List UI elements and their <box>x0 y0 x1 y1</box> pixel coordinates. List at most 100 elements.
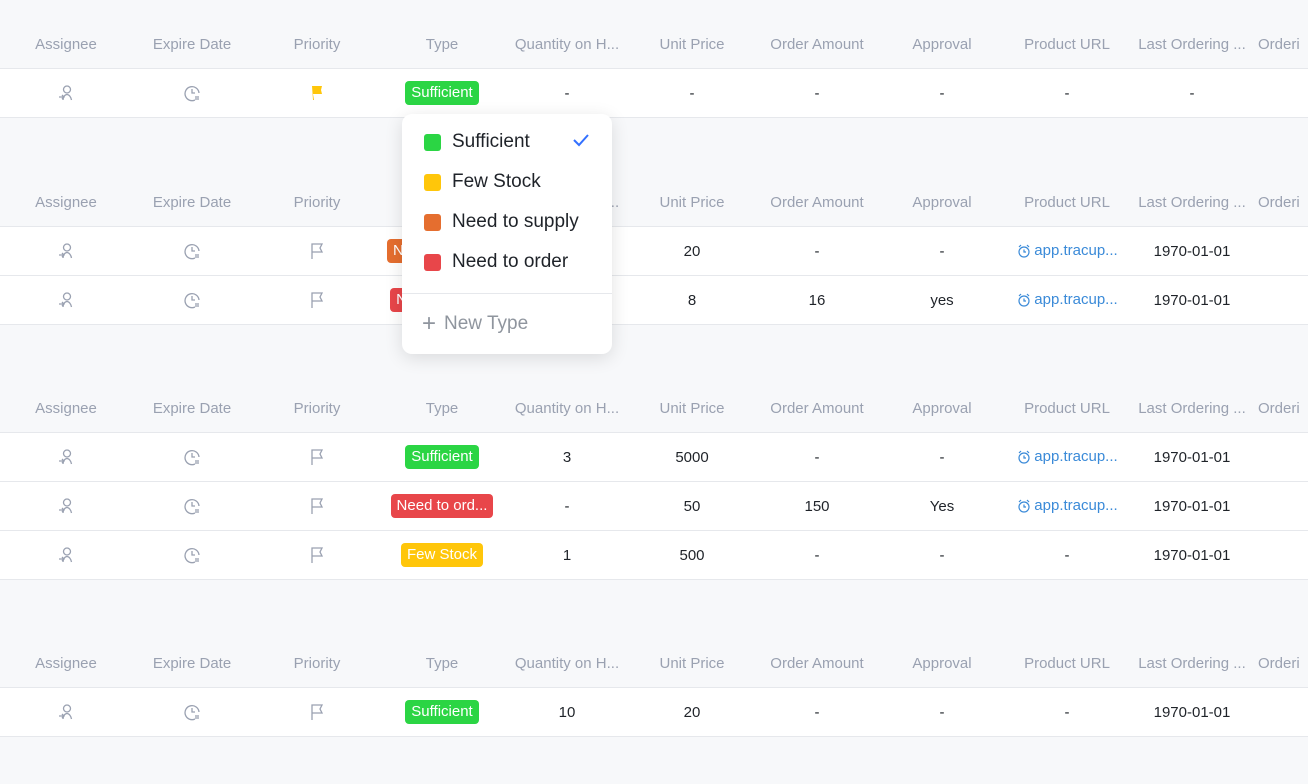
flag-icon[interactable] <box>307 447 327 467</box>
flag-icon[interactable] <box>307 83 327 103</box>
column-header[interactable]: Approval <box>882 400 1002 417</box>
column-header[interactable]: Type <box>382 655 502 672</box>
last-ordering-cell[interactable]: 1970-01-01 <box>1132 449 1252 466</box>
priority-cell[interactable] <box>252 241 382 261</box>
product-url-link[interactable]: app.tracup... <box>1016 291 1118 308</box>
product-url-text[interactable]: app.tracup... <box>1034 291 1117 308</box>
column-header[interactable]: Type <box>382 36 502 53</box>
type-tag[interactable]: Sufficient <box>405 81 479 105</box>
order-amount-cell[interactable]: 150 <box>752 498 882 515</box>
assignee-cell[interactable] <box>0 545 132 565</box>
type-cell[interactable]: Sufficient <box>382 81 502 105</box>
expire-date-cell[interactable] <box>132 290 252 310</box>
add-assignee-icon[interactable] <box>56 290 76 310</box>
add-assignee-icon[interactable] <box>56 83 76 103</box>
column-header[interactable]: Unit Price <box>632 194 752 211</box>
last-ordering-cell[interactable]: 1970-01-01 <box>1132 498 1252 515</box>
flag-icon[interactable] <box>307 545 327 565</box>
approval-cell[interactable]: - <box>882 85 1002 102</box>
clock-icon[interactable] <box>182 545 202 565</box>
column-header[interactable]: Assignee <box>0 36 132 53</box>
column-header[interactable]: Order Amount <box>752 400 882 417</box>
column-header[interactable]: Quantity on H... <box>502 655 632 672</box>
expire-date-cell[interactable] <box>132 496 252 516</box>
type-option-need-to-supply[interactable]: Need to supply <box>402 202 612 242</box>
product-url-link[interactable]: app.tracup... <box>1016 242 1118 259</box>
priority-cell[interactable] <box>252 290 382 310</box>
assignee-cell[interactable] <box>0 241 132 261</box>
column-header[interactable]: Quantity on H... <box>502 400 632 417</box>
column-header[interactable]: Approval <box>882 194 1002 211</box>
last-ordering-cell[interactable]: 1970-01-01 <box>1132 704 1252 721</box>
column-header[interactable]: Product URL <box>1002 194 1132 211</box>
assignee-cell[interactable] <box>0 496 132 516</box>
clock-icon[interactable] <box>182 83 202 103</box>
type-option-sufficient[interactable]: Sufficient <box>402 122 612 162</box>
unit-price-cell[interactable]: 20 <box>632 243 752 260</box>
type-cell[interactable]: Few Stock <box>382 543 502 567</box>
table-row[interactable]: Need to supply20--app.tracup...1970-01-0… <box>0 227 1308 276</box>
column-header[interactable]: Assignee <box>0 400 132 417</box>
column-header[interactable]: Orderi <box>1252 400 1308 417</box>
product-url-cell[interactable]: - <box>1002 547 1132 564</box>
new-type-button[interactable]: + New Type <box>402 294 612 354</box>
flag-icon[interactable] <box>307 290 327 310</box>
column-header[interactable]: Assignee <box>0 655 132 672</box>
product-url-text[interactable]: app.tracup... <box>1034 242 1117 259</box>
add-assignee-icon[interactable] <box>56 545 76 565</box>
order-amount-cell[interactable]: - <box>752 243 882 260</box>
order-amount-cell[interactable]: - <box>752 449 882 466</box>
assignee-cell[interactable] <box>0 290 132 310</box>
column-header[interactable]: Product URL <box>1002 655 1132 672</box>
clock-icon[interactable] <box>182 496 202 516</box>
priority-cell[interactable] <box>252 545 382 565</box>
approval-cell[interactable]: yes <box>882 292 1002 309</box>
product-url-link[interactable]: app.tracup... <box>1016 497 1118 514</box>
quantity-cell[interactable]: - <box>502 85 632 102</box>
unit-price-cell[interactable]: 20 <box>632 704 752 721</box>
type-option-need-to-order[interactable]: Need to order <box>402 242 612 282</box>
column-header[interactable]: Priority <box>252 655 382 672</box>
table-row[interactable]: Need to ord... -50 150 Yes app.tracup... 1970… <box>0 482 1308 531</box>
last-ordering-cell[interactable]: 1970-01-01 <box>1132 547 1252 564</box>
add-assignee-icon[interactable] <box>56 447 76 467</box>
table-row[interactable]: Few Stock 1 500- - -1970-01-01 <box>0 531 1308 580</box>
unit-price-cell[interactable]: 500 <box>632 547 752 564</box>
column-header[interactable]: Unit Price <box>632 400 752 417</box>
approval-cell[interactable]: Yes <box>882 498 1002 515</box>
column-header[interactable]: Expire Date <box>132 400 252 417</box>
add-assignee-icon[interactable] <box>56 702 76 722</box>
column-header[interactable]: Expire Date <box>132 36 252 53</box>
column-header[interactable]: Expire Date <box>132 194 252 211</box>
product-url-text[interactable]: app.tracup... <box>1034 448 1117 465</box>
column-header[interactable]: Product URL <box>1002 400 1132 417</box>
column-header[interactable]: Unit Price <box>632 36 752 53</box>
assignee-cell[interactable] <box>0 447 132 467</box>
column-header[interactable]: Order Amount <box>752 194 882 211</box>
column-header[interactable]: Last Ordering ... <box>1132 655 1252 672</box>
column-header[interactable]: Priority <box>252 400 382 417</box>
clock-icon[interactable] <box>182 290 202 310</box>
approval-cell[interactable]: - <box>882 547 1002 564</box>
unit-price-cell[interactable]: 50 <box>632 498 752 515</box>
table-row[interactable]: Sufficient 10 20- - -1970-01-01 <box>0 688 1308 737</box>
type-tag[interactable]: Few Stock <box>400 543 484 567</box>
priority-cell[interactable] <box>252 496 382 516</box>
quantity-cell[interactable]: 3 <box>502 449 632 466</box>
flag-icon[interactable] <box>307 241 327 261</box>
order-amount-cell[interactable]: - <box>752 85 882 102</box>
column-header[interactable]: Order Amount <box>752 36 882 53</box>
table-row[interactable]: Sufficient 3 5000- - app.tracup... 1970-01-01 <box>0 433 1308 482</box>
column-header[interactable]: Unit Price <box>632 655 752 672</box>
product-url-cell[interactable]: app.tracup... <box>1002 290 1132 310</box>
quantity-cell[interactable]: 1 <box>502 547 632 564</box>
column-header[interactable]: Approval <box>882 655 1002 672</box>
flag-icon[interactable] <box>307 702 327 722</box>
approval-cell[interactable]: - <box>882 704 1002 721</box>
table-row[interactable]: Need to order816yesapp.tracup...1970-01-… <box>0 276 1308 325</box>
column-header[interactable]: Order Amount <box>752 655 882 672</box>
priority-cell[interactable] <box>252 447 382 467</box>
column-header[interactable]: Last Ordering ... <box>1132 400 1252 417</box>
clock-icon[interactable] <box>182 241 202 261</box>
priority-cell[interactable] <box>252 702 382 722</box>
